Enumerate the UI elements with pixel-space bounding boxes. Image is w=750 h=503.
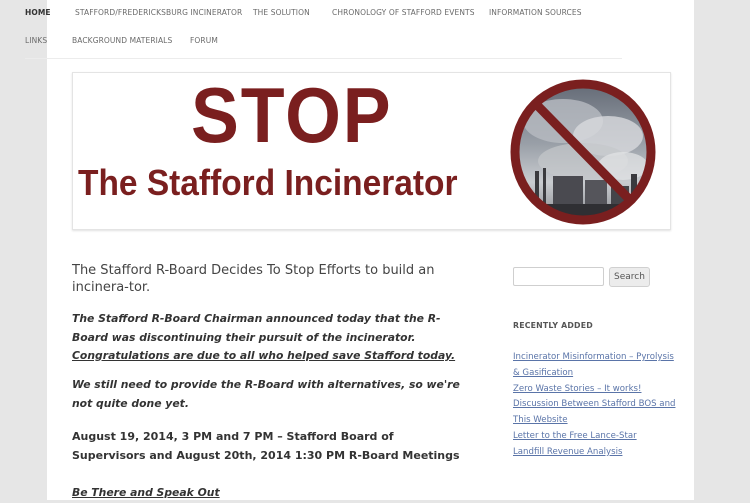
nav-item-solution[interactable]: THE SOLUTION (253, 8, 310, 17)
recent-item-letter[interactable]: Letter to the Free Lance-Star (513, 429, 678, 445)
congratulations-link[interactable]: Congratulations are due to all who helpe… (72, 349, 455, 362)
banner-stop-text: STOP (191, 72, 393, 159)
banner-subtitle: The Stafford Incinerator (78, 162, 458, 203)
header-banner[interactable]: STOP The Stafford Incinerator (72, 72, 671, 230)
nav-item-incinerator[interactable]: STAFFORD/FREDERICKSBURG INCINERATOR (75, 8, 242, 17)
nav-divider (25, 58, 622, 59)
post-title[interactable]: The Stafford R-Board Decides To Stop Eff… (72, 262, 462, 296)
post-paragraph-alternatives: We still need to provide the R-Board wit… (72, 378, 460, 410)
nav-item-chronology[interactable]: CHRONOLOGY OF STAFFORD EVENTS (332, 8, 475, 17)
recent-item-pyrolysis[interactable]: Incinerator Misinformation – Pyrolysis &… (513, 350, 678, 382)
nav-item-home[interactable]: HOME (25, 8, 51, 17)
recent-item-landfill[interactable]: Landfill Revenue Analysis (513, 445, 678, 461)
recent-item-bos-discussion[interactable]: Discussion Between Stafford BOS and This… (513, 397, 678, 429)
announcement-text: The Stafford R-Board Chairman announced … (72, 312, 441, 344)
search-button[interactable]: Search (609, 267, 650, 287)
search-input[interactable] (513, 267, 604, 286)
nav-item-information-sources[interactable]: INFORMATION SOURCES (489, 8, 582, 17)
no-incinerator-icon (510, 79, 656, 225)
nav-item-background-materials[interactable]: BACKGROUND MATERIALS (72, 36, 172, 45)
nav-item-forum[interactable]: FORUM (190, 36, 218, 45)
recently-added-list: Incinerator Misinformation – Pyrolysis &… (513, 350, 678, 461)
nav-item-links[interactable]: LINKS (25, 36, 47, 45)
recent-item-zero-waste[interactable]: Zero Waste Stories – It works! (513, 382, 678, 398)
recently-added-heading: RECENTLY ADDED (513, 321, 593, 330)
post-paragraph-announcement: The Stafford R-Board Chairman announced … (72, 310, 462, 366)
post-paragraph-meetings: August 19, 2014, 3 PM and 7 PM – Staffor… (72, 430, 460, 462)
